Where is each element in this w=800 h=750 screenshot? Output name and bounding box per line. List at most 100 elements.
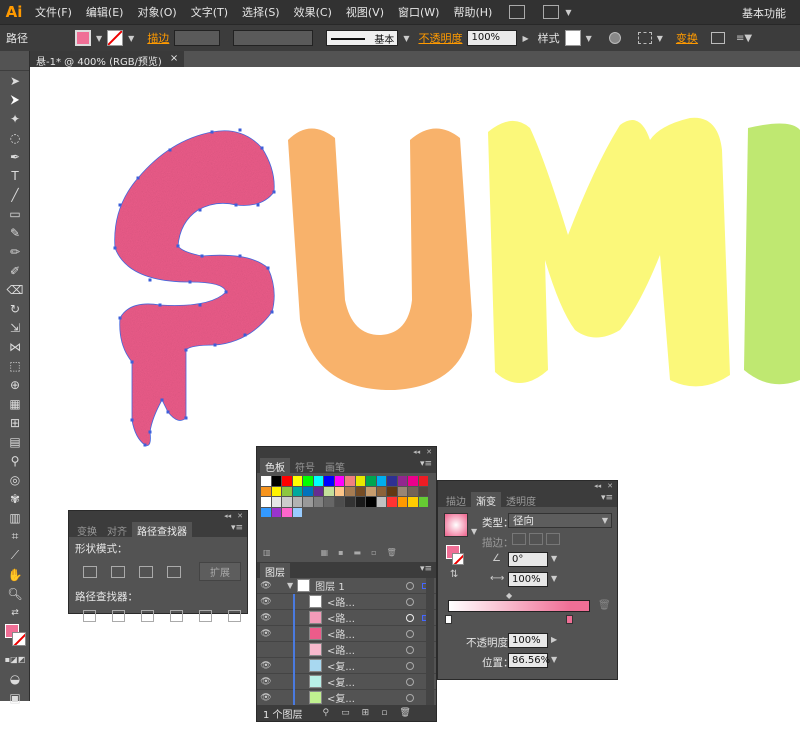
swatch-cell[interactable]	[355, 486, 365, 496]
swatch-cell[interactable]	[418, 497, 428, 507]
swatch-cell[interactable]	[292, 497, 302, 507]
panel-menu-icon[interactable]: ▾≡	[420, 459, 432, 469]
swatch-cell[interactable]	[334, 486, 344, 496]
paintbrush-tool-icon[interactable]: ✎	[0, 223, 30, 242]
swatch-cell[interactable]	[271, 486, 281, 496]
swatch-cell[interactable]	[408, 497, 418, 507]
swatch-cell[interactable]	[292, 507, 302, 517]
stroke-mini-none[interactable]	[452, 553, 464, 565]
swatch-cell[interactable]	[366, 476, 376, 486]
visibility-eye-icon[interactable]: 👁︎	[257, 613, 275, 623]
panel-menu-icon[interactable]: ≡▼	[736, 33, 752, 44]
anchor-point[interactable]	[238, 128, 242, 132]
visibility-eye-icon[interactable]: 👁︎	[257, 597, 275, 607]
layer-name[interactable]: <路...	[327, 610, 355, 625]
chevron-down-icon[interactable]: ▼	[471, 527, 477, 536]
swatch-cell[interactable]	[303, 486, 313, 496]
isolate-selected-icon[interactable]	[710, 32, 725, 44]
direct-selection-tool-icon[interactable]: ⮞	[0, 90, 30, 109]
swatch-cell[interactable]	[324, 497, 334, 507]
swatch-cell[interactable]	[313, 486, 323, 496]
chevron-down-icon[interactable]: ▼	[657, 34, 663, 43]
expand-triangle-icon[interactable]: ▼	[287, 581, 293, 590]
layer-name[interactable]: <复...	[327, 658, 355, 673]
swatch-cell[interactable]	[366, 486, 376, 496]
magic-wand-tool-icon[interactable]: ✦	[0, 109, 30, 128]
visibility-eye-icon[interactable]: 👁︎	[257, 661, 275, 671]
swatch-cell[interactable]	[345, 497, 355, 507]
stroke-across-icon[interactable]	[546, 533, 560, 545]
swatch-cell[interactable]	[271, 507, 281, 517]
gradient-tool-icon[interactable]: ▤	[0, 432, 30, 451]
delete-stop-icon[interactable]: 🗑︎	[598, 600, 611, 611]
swatch-cell[interactable]	[271, 476, 281, 486]
graphic-style-swatch[interactable]	[564, 30, 581, 46]
delete-icon[interactable]: 🗑︎	[399, 708, 410, 718]
outline-icon[interactable]	[199, 610, 212, 622]
swatch-cell[interactable]	[282, 476, 292, 486]
divide-icon[interactable]	[83, 610, 96, 622]
swatch-cell[interactable]	[397, 486, 407, 496]
layer-row-root[interactable]: 👁︎ ▼ 图层 1	[257, 578, 436, 594]
close-icon[interactable]: ✕	[426, 448, 432, 456]
menu-object[interactable]: 对象(O)	[130, 4, 183, 20]
swatch-library-icon[interactable]: ▥	[263, 548, 271, 557]
chevron-down-icon[interactable]: ▼	[128, 34, 134, 43]
menu-view[interactable]: 视图(V)	[339, 4, 391, 20]
tab-brushes[interactable]: 画笔	[320, 458, 350, 474]
color-mode-icons[interactable]: ▪◪◩	[0, 650, 30, 669]
document-tab[interactable]: 悬-1* @ 400% (RGB/预览) ×	[30, 51, 185, 68]
drawing-mode-icon[interactable]: ◒	[0, 669, 30, 688]
swatch-cell[interactable]	[282, 486, 292, 496]
target-icon[interactable]	[406, 677, 414, 686]
minus-back-icon[interactable]	[228, 610, 241, 622]
line-tool-icon[interactable]: ╱	[0, 185, 30, 204]
swatch-cell[interactable]	[303, 497, 313, 507]
visibility-eye-icon[interactable]: 👁︎	[257, 581, 275, 591]
variable-width-profile[interactable]	[233, 30, 314, 46]
tab-swatches[interactable]: 色板	[260, 458, 290, 474]
collapse-icon[interactable]: ◂◂	[413, 448, 420, 456]
tab-stroke[interactable]: 描边	[441, 492, 471, 508]
swatch-cell[interactable]	[387, 486, 397, 496]
new-swatch-icon[interactable]: ▫	[371, 548, 376, 557]
merge-icon[interactable]	[141, 610, 154, 622]
recolor-artwork-icon[interactable]	[608, 32, 621, 44]
screen-mode-icon[interactable]: ▣	[0, 688, 30, 707]
tab-transparency[interactable]: 透明度	[501, 492, 541, 508]
swatch-cell[interactable]	[292, 476, 302, 486]
anchor-point[interactable]	[148, 278, 152, 282]
swatch-cell[interactable]	[345, 486, 355, 496]
tab-transform[interactable]: 变换	[72, 522, 102, 538]
close-icon[interactable]: ×	[170, 53, 178, 65]
target-icon[interactable]	[406, 613, 414, 622]
close-icon[interactable]: ✕	[237, 512, 243, 520]
stop-opacity-field[interactable]: 100%	[508, 633, 548, 648]
target-icon[interactable]	[406, 645, 414, 654]
target-icon[interactable]	[406, 693, 414, 702]
selection-tool-icon[interactable]: ➤	[0, 71, 30, 90]
letter-m-first[interactable]	[488, 117, 730, 387]
gradient-type-select[interactable]: 径向 ▼	[508, 513, 612, 528]
perspective-grid-tool-icon[interactable]: ▦	[0, 394, 30, 413]
layer-name[interactable]: <复...	[327, 674, 355, 689]
angle-field[interactable]: 0°	[508, 552, 548, 567]
chevron-down-icon[interactable]: ▼	[565, 8, 571, 17]
stop-location-field[interactable]: 86.56%	[508, 653, 550, 668]
menu-edit[interactable]: 编辑(E)	[79, 4, 131, 20]
collapse-icon[interactable]: ◂◂	[224, 512, 231, 520]
opacity-field[interactable]: 100%	[467, 30, 518, 46]
target-icon[interactable]	[406, 581, 414, 590]
swatch-cell[interactable]	[418, 486, 428, 496]
swatch-cell[interactable]	[387, 476, 397, 486]
show-kinds-icon[interactable]: ▦	[321, 548, 329, 557]
toolbar-grip[interactable]	[0, 51, 29, 71]
target-icon[interactable]	[406, 597, 414, 606]
layer-name[interactable]: <路...	[327, 626, 355, 641]
stroke-label[interactable]: 描边	[147, 30, 169, 46]
pencil-tool-icon[interactable]: ✏	[0, 242, 30, 261]
stroke-along-icon[interactable]	[529, 533, 543, 545]
swatch-cell[interactable]	[271, 497, 281, 507]
swatch-cell[interactable]	[376, 476, 386, 486]
swatch-cell[interactable]	[408, 476, 418, 486]
